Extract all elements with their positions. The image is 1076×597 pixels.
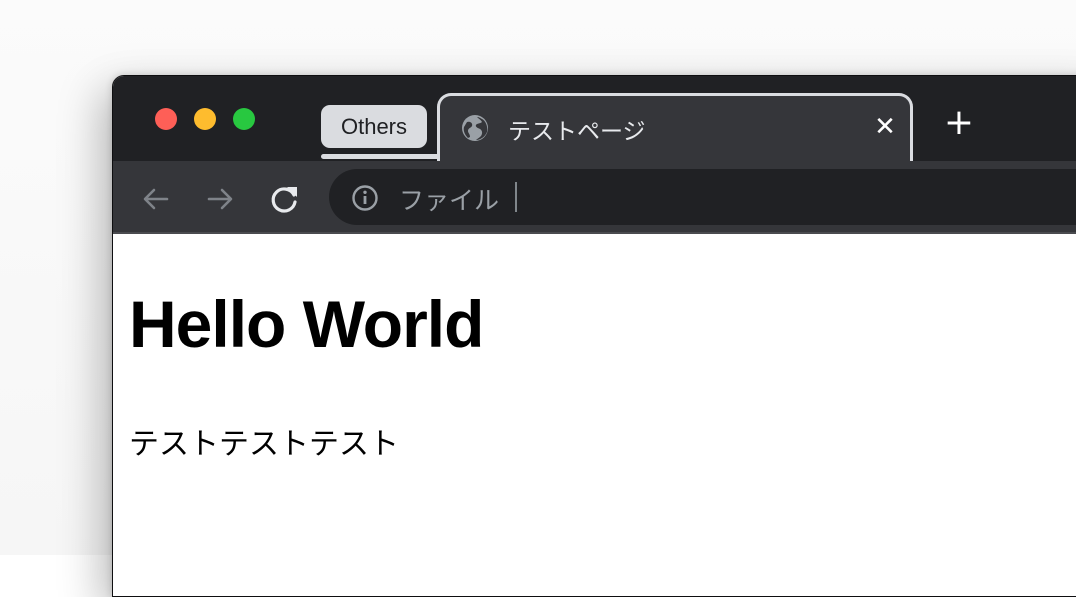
security-label[interactable]: ファイル [399,181,499,217]
new-tab-button[interactable]: + [941,105,977,142]
info-icon[interactable] [351,184,379,212]
omnibox-divider [515,182,517,212]
address-bar[interactable]: ファイル [329,169,1076,225]
page-paragraph: テストテストテスト [129,427,399,462]
forward-arrow-icon[interactable] [203,182,237,216]
maximize-window-button[interactable] [233,108,255,130]
tab-group-underline [321,154,441,159]
reload-icon[interactable] [268,182,302,216]
globe-icon [462,115,488,141]
tab-group-chip[interactable]: Others [321,105,427,148]
close-window-button[interactable] [155,108,177,130]
tab-strip: Others テストページ ✕ + [113,76,1076,162]
page-heading: Hello World [129,287,484,361]
back-arrow-icon[interactable] [139,182,173,216]
tab-close-button[interactable]: ✕ [871,113,899,141]
active-tab[interactable]: テストページ ✕ [437,93,913,162]
browser-toolbar: ファイル [113,161,1076,233]
tab-title: テストページ [508,119,646,145]
page-content: Hello World テストテストテスト [113,234,1076,596]
browser-window: Others テストページ ✕ + ファイル Hello World テストテス… [112,75,1076,597]
minimize-window-button[interactable] [194,108,216,130]
